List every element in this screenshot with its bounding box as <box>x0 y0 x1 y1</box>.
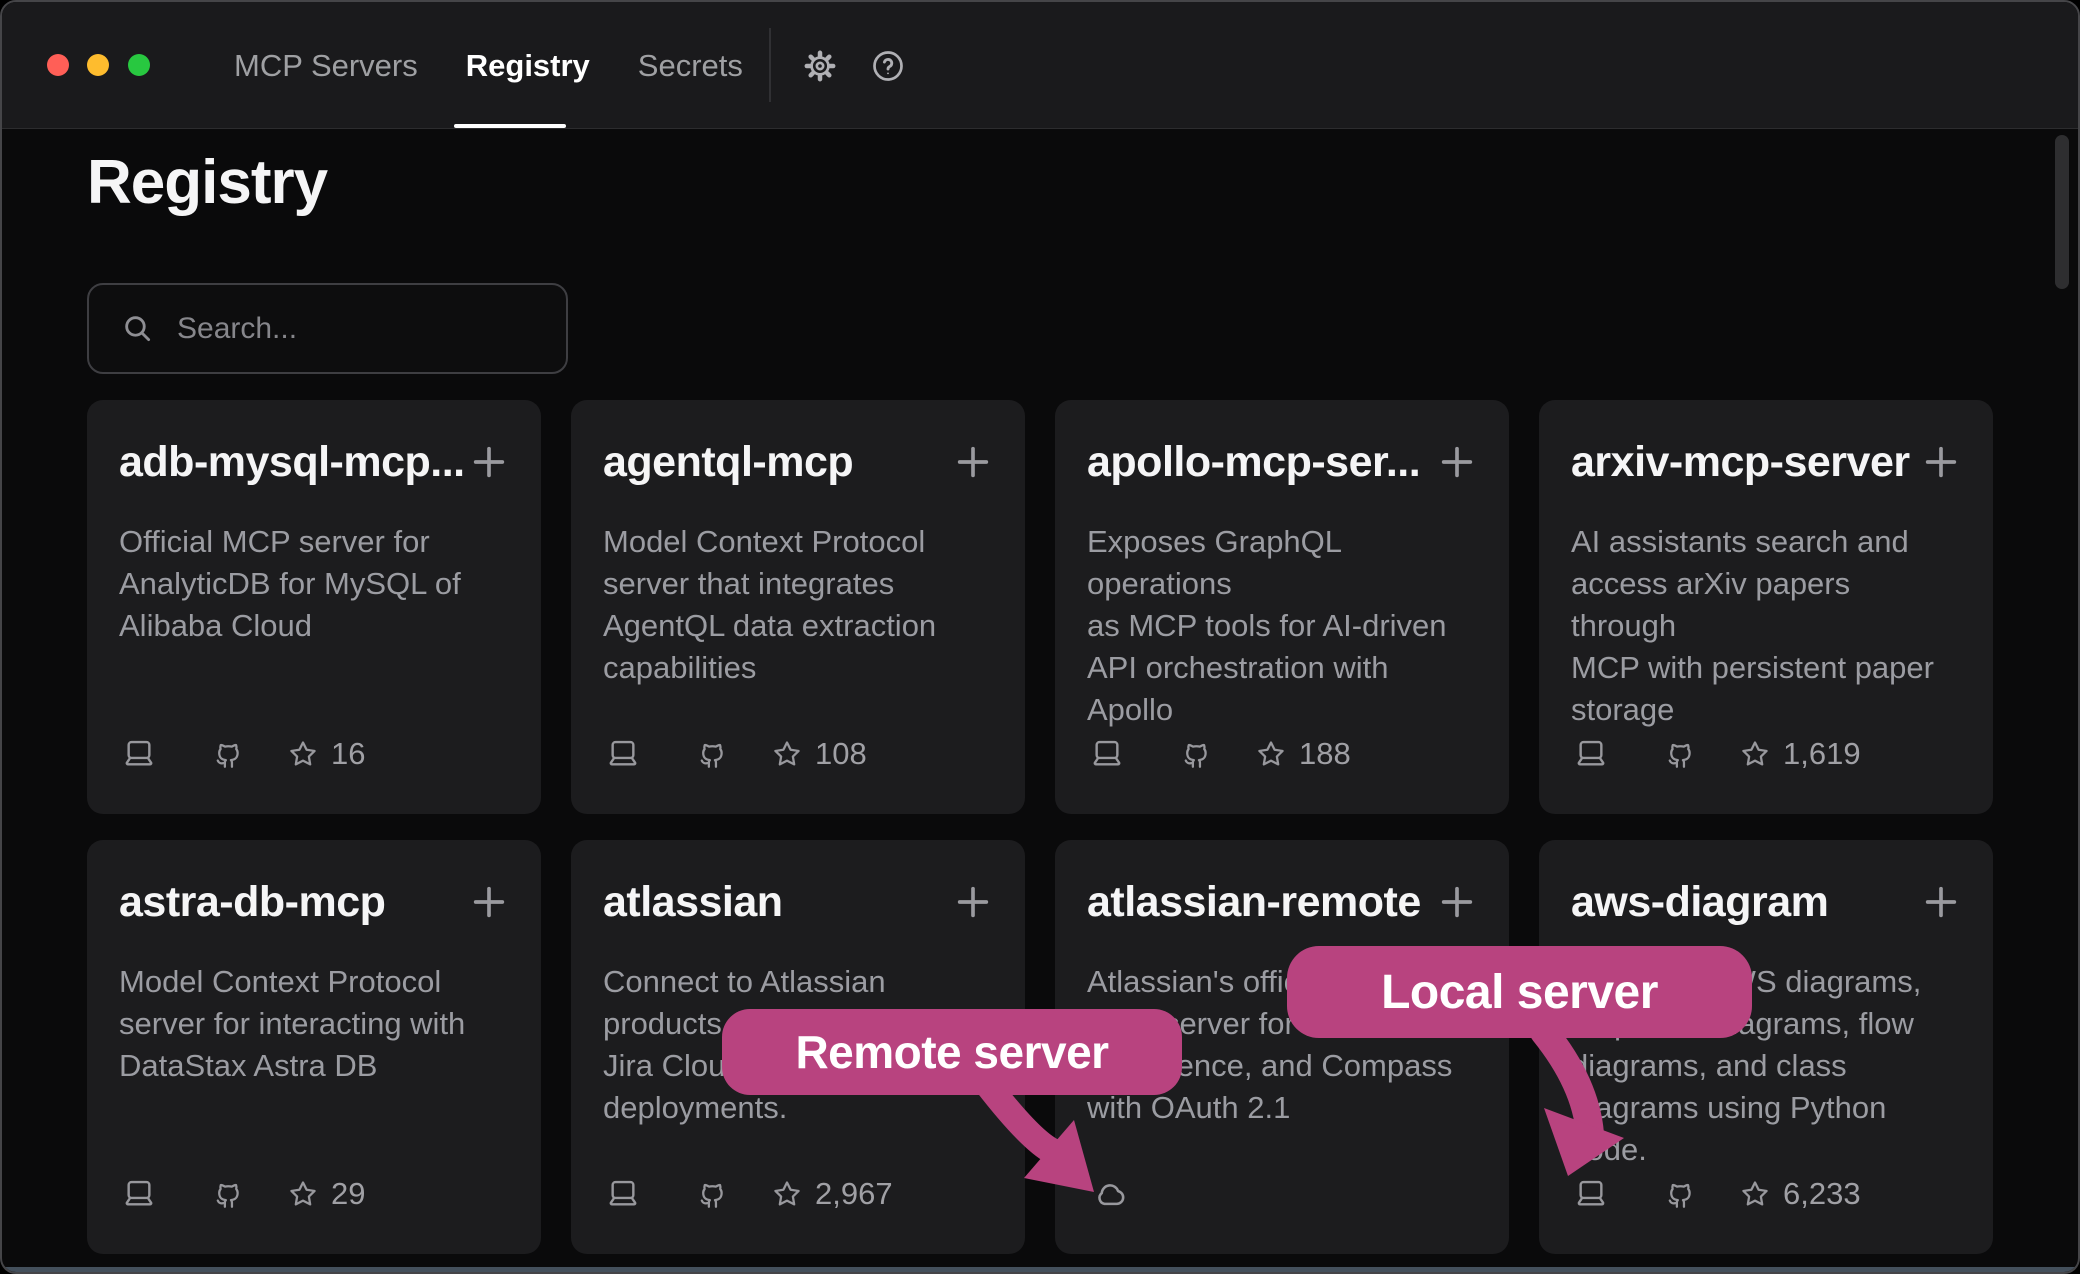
server-card-footer: 29 <box>121 1176 365 1212</box>
github-icon <box>209 737 245 771</box>
local-server-callout: Local server <box>1287 946 1752 1038</box>
add-server-button[interactable] <box>1921 442 1961 482</box>
server-card-footer: 2,967 <box>605 1176 893 1212</box>
star-icon <box>1739 738 1771 770</box>
server-name: aws-diagram <box>1571 878 1828 927</box>
star-count: 1,619 <box>1783 736 1861 772</box>
window-minimize-button[interactable] <box>87 54 109 76</box>
star-icon <box>771 738 803 770</box>
server-card-arxiv-mcp-server[interactable]: arxiv-mcp-server AI assistants search an… <box>1539 400 1993 814</box>
star-count: 188 <box>1299 736 1351 772</box>
star-count: 2,967 <box>815 1176 893 1212</box>
server-name: atlassian-remote <box>1087 878 1421 927</box>
search-input[interactable] <box>177 312 566 346</box>
star-icon <box>1255 738 1287 770</box>
tab-mcp-servers[interactable]: MCP Servers <box>234 48 418 84</box>
laptop-icon <box>1089 737 1125 771</box>
star-count: 108 <box>815 736 867 772</box>
server-card-astra-db-mcp[interactable]: astra-db-mcp Model Context Protocol serv… <box>87 840 541 1254</box>
github-icon <box>693 1177 729 1211</box>
page-title: Registry <box>87 147 327 218</box>
star-count: 6,233 <box>1783 1176 1861 1212</box>
add-server-button[interactable] <box>1921 882 1961 922</box>
vertical-scrollbar-thumb[interactable] <box>2055 135 2069 289</box>
server-name: agentql-mcp <box>603 438 853 487</box>
laptop-icon <box>1573 1177 1609 1211</box>
star-count: 16 <box>331 736 365 772</box>
active-tab-indicator <box>454 124 566 128</box>
add-server-button[interactable] <box>469 442 509 482</box>
github-icon <box>1661 737 1697 771</box>
server-name: apollo-mcp-ser... <box>1087 438 1420 487</box>
add-server-button[interactable] <box>469 882 509 922</box>
server-card-footer: 6,233 <box>1573 1176 1861 1212</box>
laptop-icon <box>605 1177 641 1211</box>
app-window: MCP Servers Registry Secrets <box>0 0 2080 1274</box>
server-card-footer <box>1089 1176 1131 1212</box>
window-zoom-button[interactable] <box>128 54 150 76</box>
add-server-button[interactable] <box>953 442 993 482</box>
server-description: Model Context Protocol server for intera… <box>119 961 509 1087</box>
github-icon <box>1177 737 1213 771</box>
add-server-button[interactable] <box>1437 442 1477 482</box>
server-card-footer: 16 <box>121 736 365 772</box>
header-divider <box>769 28 771 102</box>
remote-server-callout: Remote server <box>722 1009 1182 1095</box>
main-nav: MCP Servers Registry Secrets <box>234 2 743 129</box>
server-card-adb-mysql-mcp[interactable]: adb-mysql-mcp... Official MCP server for… <box>87 400 541 814</box>
server-name: astra-db-mcp <box>119 878 385 927</box>
server-name: adb-mysql-mcp... <box>119 438 465 487</box>
star-icon <box>771 1178 803 1210</box>
add-server-button[interactable] <box>953 882 993 922</box>
laptop-icon <box>605 737 641 771</box>
registry-card-grid: adb-mysql-mcp... Official MCP server for… <box>87 400 1993 1254</box>
server-description: Official MCP server for AnalyticDB for M… <box>119 521 509 647</box>
server-card-footer: 188 <box>1089 736 1351 772</box>
github-icon <box>693 737 729 771</box>
tab-secrets[interactable]: Secrets <box>638 48 743 84</box>
titlebar: MCP Servers Registry Secrets <box>2 2 2078 129</box>
add-server-button[interactable] <box>1437 882 1477 922</box>
server-card-footer: 1,619 <box>1573 736 1861 772</box>
star-icon <box>287 738 319 770</box>
server-description: Model Context Protocol server that integ… <box>603 521 993 689</box>
server-card-agentql-mcp[interactable]: agentql-mcp Model Context Protocol serve… <box>571 400 1025 814</box>
server-description: Exposes GraphQL operations as MCP tools … <box>1087 521 1477 731</box>
star-count: 29 <box>331 1176 365 1212</box>
server-name: arxiv-mcp-server <box>1571 438 1910 487</box>
tab-registry[interactable]: Registry <box>466 48 590 84</box>
settings-gear-icon[interactable] <box>802 48 838 84</box>
github-icon <box>209 1177 245 1211</box>
star-icon <box>1739 1178 1771 1210</box>
star-icon <box>287 1178 319 1210</box>
window-close-button[interactable] <box>47 54 69 76</box>
github-icon <box>1661 1177 1697 1211</box>
search-icon <box>121 312 155 346</box>
cloud-icon <box>1089 1176 1131 1212</box>
laptop-icon <box>121 737 157 771</box>
server-name: atlassian <box>603 878 783 927</box>
server-description: AI assistants search and access arXiv pa… <box>1571 521 1961 731</box>
search-box[interactable] <box>87 283 568 374</box>
server-card-aws-diagram[interactable]: aws-diagram Generate AWS diagrams, seque… <box>1539 840 1993 1254</box>
help-icon[interactable] <box>870 48 906 84</box>
bottom-edge-strip <box>2 1267 2078 1272</box>
server-card-footer: 108 <box>605 736 867 772</box>
server-card-apollo-mcp-server[interactable]: apollo-mcp-ser... Exposes GraphQL operat… <box>1055 400 1509 814</box>
laptop-icon <box>121 1177 157 1211</box>
laptop-icon <box>1573 737 1609 771</box>
